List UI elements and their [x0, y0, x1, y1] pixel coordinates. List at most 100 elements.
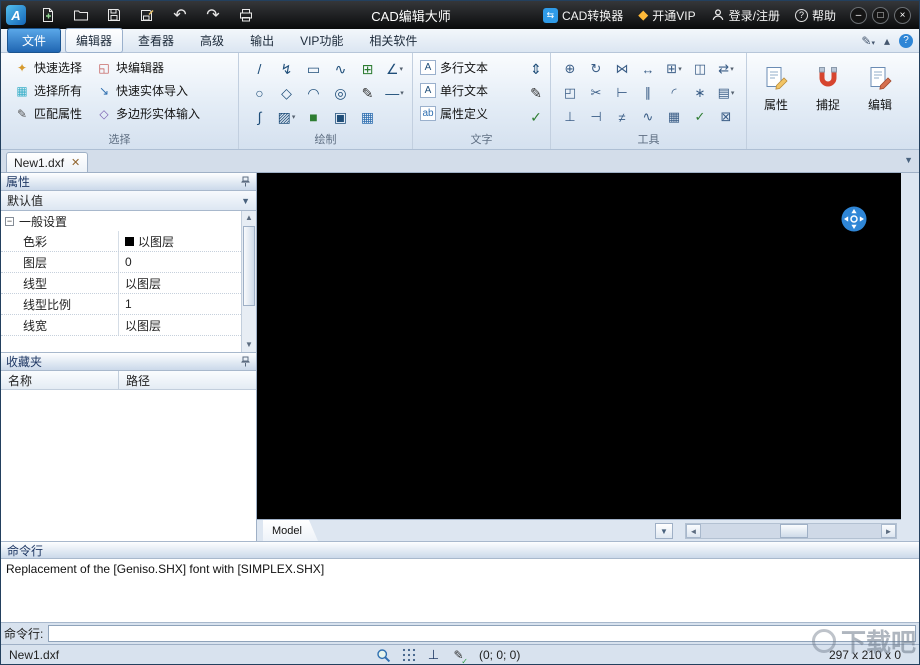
- attribute-define-button[interactable]: ab属性定义: [417, 102, 491, 125]
- array-icon[interactable]: ⊞▾: [661, 57, 687, 81]
- swap-icon[interactable]: ⇄▾: [713, 57, 739, 81]
- arc-icon[interactable]: ◠: [300, 81, 327, 105]
- scroll-right-icon[interactable]: ►: [881, 524, 896, 538]
- collapse-ribbon-icon[interactable]: ▴: [884, 34, 890, 48]
- customize-pencil-icon[interactable]: ✎▾: [861, 34, 875, 48]
- text-edit-icon[interactable]: ✎: [524, 81, 548, 105]
- open-file-button[interactable]: [70, 4, 92, 26]
- grid-snap-icon[interactable]: [400, 647, 417, 664]
- polygon-entity-input-button[interactable]: ◇多边形实体输入: [89, 102, 207, 125]
- pin-icon[interactable]: [240, 356, 251, 367]
- properties-scrollbar[interactable]: ▲ ▼: [241, 211, 256, 352]
- solid-fill-icon[interactable]: ■: [300, 105, 327, 129]
- scroll-left-icon[interactable]: ◄: [686, 524, 701, 538]
- login-register-link[interactable]: 登录/注册: [711, 7, 780, 24]
- draft-mode-icon[interactable]: ✎✓: [450, 647, 467, 664]
- text-height-icon[interactable]: ⇕: [524, 57, 548, 81]
- sketch-icon[interactable]: ✎: [354, 81, 381, 105]
- ortho-tool-icon[interactable]: ⊥: [557, 105, 583, 129]
- save-button[interactable]: [103, 4, 125, 26]
- property-row-color[interactable]: 色彩 以图层: [1, 231, 241, 252]
- docbar-chevron-icon[interactable]: ▼: [904, 155, 913, 165]
- move-icon[interactable]: ⊕: [557, 57, 583, 81]
- help-link[interactable]: ? 帮助: [795, 7, 836, 24]
- tab-editor[interactable]: 编辑器: [65, 28, 123, 53]
- break-icon[interactable]: ≠: [609, 105, 635, 129]
- command-input[interactable]: [48, 625, 916, 642]
- tab-output[interactable]: 输出: [239, 28, 285, 53]
- linetype-icon[interactable]: —▾: [381, 81, 408, 105]
- group-icon[interactable]: ▦: [661, 105, 687, 129]
- redo-icon[interactable]: ↷: [202, 4, 224, 26]
- scroll-up-icon[interactable]: ▲: [242, 211, 256, 225]
- spline-icon[interactable]: ∿: [327, 57, 354, 81]
- maximize-button[interactable]: □: [872, 7, 889, 24]
- quick-entity-import-button[interactable]: ↘快速实体导入: [89, 79, 207, 102]
- dimension-icon[interactable]: ∠▾: [381, 57, 408, 81]
- edit-panel-button[interactable]: 编辑: [857, 58, 903, 144]
- offset-icon[interactable]: ∥: [635, 81, 661, 105]
- copy-icon[interactable]: ◫: [687, 57, 713, 81]
- property-value[interactable]: 以图层: [119, 273, 241, 293]
- table-icon[interactable]: ▦: [354, 105, 381, 129]
- property-row-layer[interactable]: 图层 0: [1, 252, 241, 273]
- horizontal-scrollbar[interactable]: ◄ ►: [685, 523, 897, 539]
- scroll-down-icon[interactable]: ▼: [242, 338, 256, 352]
- minimize-button[interactable]: –: [850, 7, 867, 24]
- mirror-icon[interactable]: ⋈: [609, 57, 635, 81]
- property-row-linetype-scale[interactable]: 线型比例 1: [1, 294, 241, 315]
- stretch-icon[interactable]: ↔: [635, 57, 661, 81]
- cad-converter-link[interactable]: ⇆ CAD转换器: [543, 7, 623, 24]
- property-row-linetype[interactable]: 线型 以图层: [1, 273, 241, 294]
- scrollbar-track[interactable]: [701, 524, 881, 538]
- model-tab[interactable]: Model: [263, 520, 318, 541]
- circle-icon[interactable]: ○: [246, 81, 273, 105]
- ortho-mode-icon[interactable]: ⊥: [425, 647, 442, 664]
- document-tab[interactable]: New1.dxf ✕: [6, 152, 88, 172]
- favorites-list[interactable]: [1, 390, 256, 541]
- drawing-canvas[interactable]: [257, 173, 901, 519]
- polyline-icon[interactable]: ↯: [273, 57, 300, 81]
- file-menu-button[interactable]: 文件: [7, 28, 61, 53]
- save-as-button[interactable]: [136, 4, 158, 26]
- close-button[interactable]: ×: [894, 7, 911, 24]
- fillet-icon[interactable]: ◜: [661, 81, 687, 105]
- property-value[interactable]: 0: [119, 252, 241, 272]
- new-file-button[interactable]: [37, 4, 59, 26]
- join-icon[interactable]: ⊣: [583, 105, 609, 129]
- undo-icon[interactable]: ↶: [169, 4, 191, 26]
- pedit-icon[interactable]: ∿: [635, 105, 661, 129]
- zoom-icon[interactable]: [375, 647, 392, 664]
- rotate-icon[interactable]: ↻: [583, 57, 609, 81]
- freehand-icon[interactable]: ∫: [246, 105, 273, 129]
- trim-icon[interactable]: ✂: [583, 81, 609, 105]
- erase-icon[interactable]: ⊠: [713, 105, 739, 129]
- property-value[interactable]: 以图层: [119, 231, 241, 251]
- ribbon-help-icon[interactable]: ?: [899, 34, 913, 48]
- tab-advanced[interactable]: 高级: [189, 28, 235, 53]
- scale-icon[interactable]: ◰: [557, 81, 583, 105]
- tab-viewer[interactable]: 查看器: [127, 28, 185, 53]
- explode-icon[interactable]: ∗: [687, 81, 713, 105]
- text-check-icon[interactable]: ✓: [524, 105, 548, 129]
- collapse-minus-icon[interactable]: −: [5, 217, 14, 226]
- favorites-column-path[interactable]: 路径: [119, 371, 150, 389]
- layout-chevron-icon[interactable]: ▼: [655, 523, 673, 539]
- block-editor-button[interactable]: ◱块编辑器: [89, 56, 207, 79]
- region-icon[interactable]: ⊞: [354, 57, 381, 81]
- line-icon[interactable]: /: [246, 57, 273, 81]
- navigation-wheel-icon[interactable]: [841, 206, 867, 232]
- pin-icon[interactable]: [240, 176, 251, 187]
- property-value[interactable]: 1: [119, 294, 241, 314]
- properties-group-row[interactable]: − 一般设置: [1, 211, 241, 231]
- quick-select-button[interactable]: ✦快速选择: [7, 56, 89, 79]
- image-icon[interactable]: ▣: [327, 105, 354, 129]
- donut-icon[interactable]: ◎: [327, 81, 354, 105]
- snap-button[interactable]: 捕捉: [805, 58, 851, 144]
- select-all-button[interactable]: ▦选择所有: [7, 79, 89, 102]
- property-value[interactable]: 以图层: [119, 315, 241, 335]
- open-vip-link[interactable]: ◆ 开通VIP: [638, 7, 695, 24]
- polygon-icon[interactable]: ◇: [273, 81, 300, 105]
- scrollbar-thumb[interactable]: [243, 226, 255, 306]
- singleline-text-button[interactable]: A单行文本: [417, 79, 491, 102]
